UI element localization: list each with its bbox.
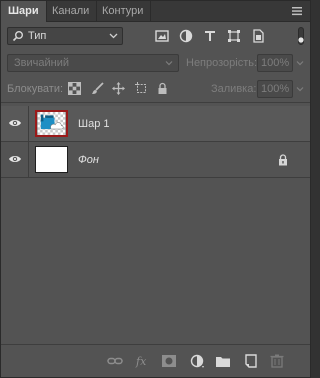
filter-kind-label: Тип [28, 30, 47, 42]
lock-label: Блокувати: [7, 83, 64, 95]
chevron-down-icon [109, 33, 118, 39]
tab-paths[interactable]: Контури [95, 1, 152, 21]
search-icon [12, 31, 23, 42]
blend-mode-value: Звичайний [14, 57, 69, 69]
layer-thumbnail[interactable] [35, 146, 68, 173]
fill-label: Заливка: [211, 83, 257, 95]
adjustment-filter-icon[interactable] [179, 29, 193, 43]
tab-strip: Шари Канали Контури [1, 1, 310, 22]
layers-panel: Шари Канали Контури Тип Звичайний Непроз… [0, 0, 311, 378]
panel-menu-icon[interactable] [290, 4, 304, 18]
layer-row[interactable]: Шар 1 [1, 106, 310, 142]
filter-kind-select[interactable]: Тип [7, 27, 123, 45]
svg-text:fx: fx [135, 355, 147, 368]
delete-layer-trash-icon[interactable] [269, 354, 285, 368]
layer-name[interactable]: Фон [78, 154, 99, 166]
filter-row: Тип [1, 23, 310, 51]
add-mask-icon[interactable] [161, 354, 177, 368]
adjustment-layer-icon[interactable] [189, 354, 205, 368]
new-layer-icon[interactable] [243, 354, 259, 368]
layer-name[interactable]: Шар 1 [78, 118, 110, 130]
layer-style-fx-icon[interactable]: fx [135, 354, 151, 368]
fill-input[interactable]: 100% [257, 80, 293, 98]
eye-icon[interactable] [8, 154, 22, 164]
blend-row: Звичайний Непрозорість: 100% [1, 53, 310, 73]
layer-row[interactable]: Фон [1, 142, 310, 178]
visibility-cell [1, 106, 29, 141]
visibility-cell [1, 142, 29, 177]
chevron-down-icon [165, 61, 173, 66]
chevron-down-icon[interactable] [296, 59, 304, 67]
smart-object-filter-icon[interactable] [251, 29, 265, 43]
new-group-folder-icon[interactable] [215, 354, 231, 368]
layer-thumbnail[interactable] [35, 110, 68, 137]
eye-icon[interactable] [8, 118, 22, 128]
bottom-toolbar: fx [1, 344, 310, 377]
lock-image-pixels-icon[interactable] [91, 82, 104, 95]
chevron-down-icon[interactable] [296, 85, 304, 93]
lock-artboard-icon[interactable] [135, 82, 148, 95]
tab-layers[interactable]: Шари [1, 1, 47, 22]
lock-all-icon[interactable] [156, 82, 169, 95]
layers-list: Шар 1 Фон [1, 102, 310, 345]
lock-icon [279, 154, 287, 166]
blend-mode-select[interactable]: Звичайний [7, 54, 179, 72]
link-layers-icon[interactable] [107, 354, 123, 368]
lock-position-icon[interactable] [112, 82, 125, 95]
lock-transparent-pixels-icon[interactable] [68, 82, 81, 95]
lock-row: Блокувати: Заливка: 100% [1, 79, 310, 99]
opacity-label: Непрозорість: [186, 57, 258, 69]
filter-toggle-switch[interactable] [298, 27, 304, 45]
image-filter-icon[interactable] [155, 29, 169, 43]
opacity-input[interactable]: 100% [257, 54, 293, 72]
shape-filter-icon[interactable] [227, 29, 241, 43]
type-filter-icon[interactable] [203, 29, 217, 43]
tab-channels[interactable]: Канали [45, 1, 98, 21]
